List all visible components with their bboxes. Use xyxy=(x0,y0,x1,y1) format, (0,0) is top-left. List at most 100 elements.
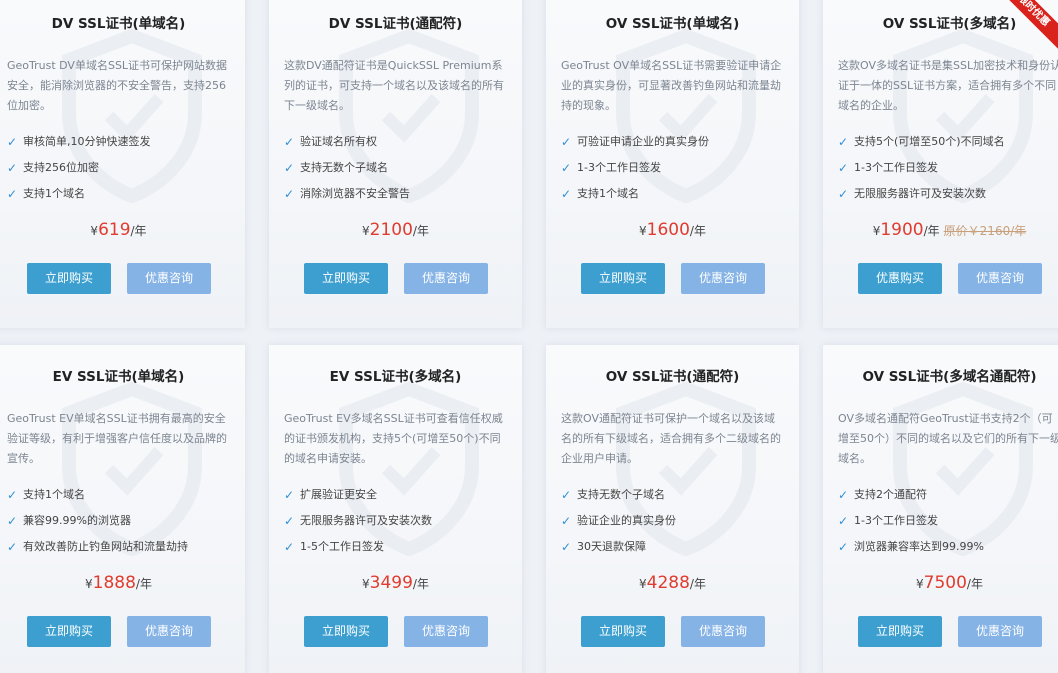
feature-item: ✓ 审核简单,10分钟快速签发 xyxy=(7,135,151,149)
card-title: OV SSL证书(通配符) xyxy=(605,369,740,385)
feature-item: ✓ 1-5个工作日签发 xyxy=(284,540,384,554)
card-description: GeoTrust EV多域名SSL证书可查看信任权威的证书颁发机构，支持5个(可… xyxy=(284,412,503,465)
price: ¥4288/年 xyxy=(639,573,706,593)
buy-button[interactable]: 立即购买 xyxy=(581,263,665,294)
buy-button[interactable]: 立即购买 xyxy=(304,616,388,647)
card-title: DV SSL证书(单域名) xyxy=(51,16,186,32)
card-description: 这款OV多域名证书是集SSL加密技术和身份认证于一体的SSL证书方案，适合拥有多… xyxy=(838,59,1058,112)
feature-item: ✓ 支持2个通配符 xyxy=(838,488,927,502)
price: ¥1600/年 xyxy=(639,220,706,240)
price-amount: 1888 xyxy=(92,573,136,593)
feature-item: ✓ 支持1个域名 xyxy=(7,187,85,201)
consult-button[interactable]: 优惠咨询 xyxy=(958,263,1042,294)
feature-item: ✓ 兼容99.99%的浏览器 xyxy=(7,514,131,528)
card-description: 这款OV通配符证书可保护一个域名以及该域名的所有下级域名，适合拥有多个二级域名的… xyxy=(561,412,781,465)
feature-item: ✓ 支持1个域名 xyxy=(7,488,85,502)
consult-button[interactable]: 优惠咨询 xyxy=(127,263,211,294)
feature-item: ✓ 消除浏览器不安全警告 xyxy=(284,187,410,201)
price-amount: 2100 xyxy=(369,220,413,240)
feature-list: ✓ 审核简单,10分钟快速签发 ✓ 支持256位加密 ✓ 支持1个域名 xyxy=(7,133,235,211)
buy-button[interactable]: 立即购买 xyxy=(27,263,111,294)
buy-button[interactable]: 立即购买 xyxy=(858,616,942,647)
consult-button[interactable]: 优惠咨询 xyxy=(404,263,488,294)
check-icon: ✓ xyxy=(284,135,295,149)
price-amount: 3499 xyxy=(369,573,413,593)
card-title: EV SSL证书(多域名) xyxy=(329,369,462,385)
check-icon: ✓ xyxy=(838,540,849,554)
card-description: 这款DV通配符证书是QuickSSL Premium系列的证书，可支持一个域名以… xyxy=(284,59,504,112)
price: ¥1900/年 原价￥2160/年 xyxy=(872,220,1027,240)
feature-list: ✓ 支持5个(可增至50个)不同域名 ✓ 1-3个工作日签发 ✓ 无限服务器许可及安装… xyxy=(838,133,1058,211)
feature-item: ✓ 有效改善防止钓鱼网站和流量劫持 xyxy=(7,540,188,554)
check-icon: ✓ xyxy=(838,488,849,502)
check-icon: ✓ xyxy=(561,135,572,149)
feature-item: ✓ 支持256位加密 xyxy=(7,161,99,175)
check-icon: ✓ xyxy=(284,161,295,175)
check-icon: ✓ xyxy=(284,187,295,201)
feature-list: ✓ 支持无数个子域名 ✓ 验证企业的真实身份 ✓ 30天退款保障 xyxy=(561,486,789,564)
card-title: OV SSL证书(多域名) xyxy=(882,16,1017,32)
feature-item: ✓ 扩展验证更安全 xyxy=(284,488,377,502)
consult-button[interactable]: 优惠咨询 xyxy=(958,616,1042,647)
price: ¥1888/年 xyxy=(85,573,152,593)
check-icon: ✓ xyxy=(284,514,295,528)
feature-item: ✓ 30天退款保障 xyxy=(561,540,646,554)
product-card: DV SSL证书(通配符) 这款DV通配符证书是QuickSSL Premium… xyxy=(269,0,522,328)
check-icon: ✓ xyxy=(284,540,295,554)
check-icon: ✓ xyxy=(7,135,18,149)
feature-item: ✓ 1-3个工作日签发 xyxy=(561,161,661,175)
price: ¥3499/年 xyxy=(362,573,429,593)
card-description: GeoTrust EV单域名SSL证书拥有最高的安全验证等级，有利于增强客户信任… xyxy=(7,412,227,465)
feature-item: ✓ 可验证申请企业的真实身份 xyxy=(561,135,709,149)
feature-item: ✓ 验证域名所有权 xyxy=(284,135,377,149)
product-card: EV SSL证书(多域名) GeoTrust EV多域名SSL证书可查看信任权威… xyxy=(269,345,522,673)
product-card: EV SSL证书(单域名) GeoTrust EV单域名SSL证书拥有最高的安全… xyxy=(0,345,245,673)
feature-list: ✓ 扩展验证更安全 ✓ 无限服务器许可及安装次数 ✓ 1-5个工作日签发 xyxy=(284,486,512,564)
feature-list: ✓ 验证域名所有权 ✓ 支持无数个子域名 ✓ 消除浏览器不安全警告 xyxy=(284,133,512,211)
card-description: GeoTrust OV单域名SSL证书需要验证申请企业的真实身份，可显著改善钓鱼… xyxy=(561,59,782,112)
check-icon: ✓ xyxy=(838,514,849,528)
consult-button[interactable]: 优惠咨询 xyxy=(681,263,765,294)
buy-button[interactable]: 立即购买 xyxy=(304,263,388,294)
card-title: EV SSL证书(单域名) xyxy=(52,369,185,385)
buy-button[interactable]: 立即购买 xyxy=(581,616,665,647)
feature-item: ✓ 1-3个工作日签发 xyxy=(838,161,938,175)
product-card: OV SSL证书(多域名通配符) OV多域名通配符GeoTrust证书支持2个（… xyxy=(823,345,1058,673)
card-title: OV SSL证书(多域名通配符) xyxy=(862,369,1037,385)
feature-item: ✓ 支持5个(可增至50个)不同域名 xyxy=(838,135,1005,149)
check-icon: ✓ xyxy=(561,540,572,554)
check-icon: ✓ xyxy=(561,488,572,502)
product-card: OV SSL证书(通配符) 这款OV通配符证书可保护一个域名以及该域名的所有下级… xyxy=(546,345,799,673)
check-icon: ✓ xyxy=(7,540,18,554)
buy-button[interactable]: 优惠购买 xyxy=(858,263,942,294)
feature-list: ✓ 支持2个通配符 ✓ 1-3个工作日签发 ✓ 浏览器兼容率达到99.99% xyxy=(838,486,1058,564)
check-icon: ✓ xyxy=(561,187,572,201)
price: ¥2100/年 xyxy=(362,220,429,240)
consult-button[interactable]: 优惠咨询 xyxy=(681,616,765,647)
price: ¥619/年 xyxy=(90,220,147,240)
feature-item: ✓ 验证企业的真实身份 xyxy=(561,514,676,528)
feature-item: ✓ 支持1个域名 xyxy=(561,187,639,201)
check-icon: ✓ xyxy=(838,187,849,201)
buy-button[interactable]: 立即购买 xyxy=(27,616,111,647)
check-icon: ✓ xyxy=(561,161,572,175)
card-description: GeoTrust DV单域名SSL证书可保护网站数据安全，能消除浏览器的不安全警… xyxy=(7,59,228,112)
feature-item: ✓ 1-3个工作日签发 xyxy=(838,514,938,528)
feature-item: ✓ 浏览器兼容率达到99.99% xyxy=(838,540,984,554)
feature-item: ✓ 无限服务器许可及安装次数 xyxy=(838,187,986,201)
product-card: DV SSL证书(单域名) GeoTrust DV单域名SSL证书可保护网站数据… xyxy=(0,0,245,328)
price-amount: 1600 xyxy=(646,220,690,240)
check-icon: ✓ xyxy=(561,514,572,528)
check-icon: ✓ xyxy=(7,187,18,201)
product-grid: DV SSL证书(单域名) GeoTrust DV单域名SSL证书可保护网站数据… xyxy=(0,0,1058,673)
product-card-promo: 限时优惠 OV SSL证书(多域名) 这款OV多域名证书是集SSL加密技术和身份… xyxy=(823,0,1058,328)
price-amount: 1900 xyxy=(880,220,924,240)
original-price: 原价￥2160/年 xyxy=(943,224,1027,238)
check-icon: ✓ xyxy=(7,514,18,528)
feature-item: ✓ 无限服务器许可及安装次数 xyxy=(284,514,432,528)
consult-button[interactable]: 优惠咨询 xyxy=(127,616,211,647)
check-icon: ✓ xyxy=(7,488,18,502)
consult-button[interactable]: 优惠咨询 xyxy=(404,616,488,647)
price: ¥7500/年 xyxy=(916,573,983,593)
check-icon: ✓ xyxy=(284,488,295,502)
